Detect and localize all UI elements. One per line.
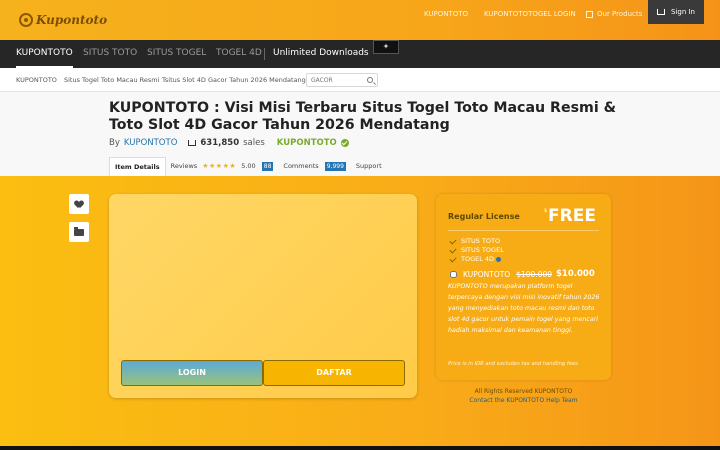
footer-strip [0, 446, 720, 450]
nav-item-situs-togel[interactable]: SITUS TOGEL [147, 40, 206, 68]
main-content: LOGIN DAFTAR Regular License $ FREE SITU… [0, 176, 720, 446]
new-price: $10.000 [556, 269, 595, 279]
feature-label: TOGEL 4D [461, 255, 495, 263]
brand-name[interactable]: KUPONTOTO [277, 138, 337, 148]
star-rating-icon: ★★★★★ [202, 162, 237, 170]
nav-item-situs-toto[interactable]: SITUS TOTO [83, 40, 137, 68]
breadcrumb-item[interactable]: Situs Togel Toto Macau Resmi [64, 76, 159, 84]
favorite-button[interactable] [69, 194, 89, 214]
item-preview: LOGIN DAFTAR [109, 194, 417, 398]
feature-item: SITUS TOGEL [449, 246, 504, 254]
top-bar: Kupontoto KUPONTOTO KUPONTOTOTOGEL LOGIN… [0, 0, 720, 40]
sales-count: 631,850 [200, 138, 240, 148]
feature-item: TOGEL 4D [449, 255, 502, 263]
heart-icon [75, 201, 83, 208]
search-icon[interactable] [367, 77, 373, 83]
main-nav: KUPONTOTO SITUS TOTO SITUS TOGEL TOGEL 4… [0, 40, 720, 68]
sales-label: sales [243, 138, 265, 148]
breadcrumb-item[interactable]: Tsitus Slot 4D Gacor Tahun 2026 Mendatan… [162, 76, 306, 84]
by-label: By [109, 138, 120, 148]
author-link[interactable]: KUPONTOTO [124, 138, 178, 148]
product-header: KUPONTOTO : Visi Misi Terbaru Situs Toge… [0, 92, 720, 176]
option-label: KUPONTOTO [463, 269, 511, 279]
nav-divider [264, 48, 265, 60]
comment-count-badge: 9,999 [324, 162, 346, 171]
collection-button[interactable] [69, 222, 89, 242]
tab-support[interactable]: Support [351, 157, 387, 176]
rights-text: All Rights Reserved KUPONTOTO [474, 388, 573, 395]
nav-item-kupontoto[interactable]: KUPONTOTO [16, 40, 73, 68]
panel-divider [448, 230, 599, 231]
reviews-label: Reviews [170, 162, 198, 170]
check-icon [449, 237, 457, 245]
our-products-link[interactable]: Our Products [586, 10, 642, 18]
our-products-label: Our Products [597, 10, 643, 18]
license-description: KUPONTOTO merupakan platform togel terpe… [448, 283, 600, 334]
sign-in-button[interactable]: Sign In [648, 0, 704, 24]
comments-label: Comments [283, 162, 319, 170]
promo-badge-icon[interactable]: ✦ [373, 40, 399, 54]
contact-link[interactable]: Contact the KUPONTOTO Help Team [436, 396, 611, 405]
license-label[interactable]: Regular License [448, 212, 520, 221]
nav-item-togel-4d[interactable]: TOGEL 4D [216, 40, 262, 68]
feature-label: SITUS TOTO [461, 237, 501, 245]
logo-icon [19, 13, 33, 27]
search-input[interactable] [311, 76, 361, 85]
feature-item: SITUS TOTO [449, 237, 501, 245]
search-box [306, 73, 378, 87]
check-icon [449, 246, 457, 254]
extended-option[interactable]: KUPONTOTO $100.000 $10.000 [450, 269, 595, 279]
product-tabs: Item Details Reviews ★★★★★ 5.00 88 Comme… [109, 157, 387, 176]
top-link-kupontoto[interactable]: KUPONTOTO [424, 10, 468, 18]
daftar-button[interactable]: DAFTAR [263, 360, 405, 386]
cart-icon [657, 9, 665, 15]
panel-footer: All Rights Reserved KUPONTOTO Contact th… [436, 387, 611, 405]
folder-icon [74, 227, 84, 236]
tab-reviews[interactable]: Reviews ★★★★★ 5.00 88 [166, 157, 279, 176]
old-price: $100.000 [516, 269, 553, 279]
license-panel: Regular License $ FREE SITUS TOTO SITUS … [436, 194, 611, 380]
feature-label: SITUS TOGEL [461, 246, 504, 254]
rating-value: 5.00 [241, 162, 256, 170]
breadcrumb-item[interactable]: KUPONTOTO [16, 76, 57, 84]
review-count-badge: 88 [261, 162, 274, 171]
verified-icon [340, 139, 349, 147]
option-checkbox[interactable] [450, 270, 457, 278]
info-icon[interactable] [496, 256, 502, 262]
top-link-login[interactable]: KUPONTOTOTOGEL LOGIN [484, 10, 576, 18]
cart-icon [188, 140, 197, 146]
breadcrumb: KUPONTOTO Situs Togel Toto Macau Resmi T… [0, 68, 720, 92]
nav-item-unlimited-downloads[interactable]: Unlimited Downloads [273, 40, 369, 68]
check-icon [449, 255, 457, 263]
tab-comments[interactable]: Comments 9,999 [278, 157, 351, 176]
page-title: KUPONTOTO : Visi Misi Terbaru Situs Toge… [109, 100, 617, 133]
tab-item-details[interactable]: Item Details [109, 157, 166, 176]
login-button[interactable]: LOGIN [121, 360, 263, 386]
license-price: FREE [548, 206, 596, 226]
logo-text: Kupontoto [36, 13, 108, 27]
currency-symbol: $ [544, 208, 548, 214]
site-logo[interactable]: Kupontoto [19, 13, 107, 27]
price-note: Price is in IDR and excludes tax and han… [448, 361, 578, 367]
products-icon [586, 10, 593, 18]
sign-in-label: Sign In [671, 8, 695, 16]
product-meta: By KUPONTOTO 631,850 sales KUPONTOTO [109, 138, 349, 148]
